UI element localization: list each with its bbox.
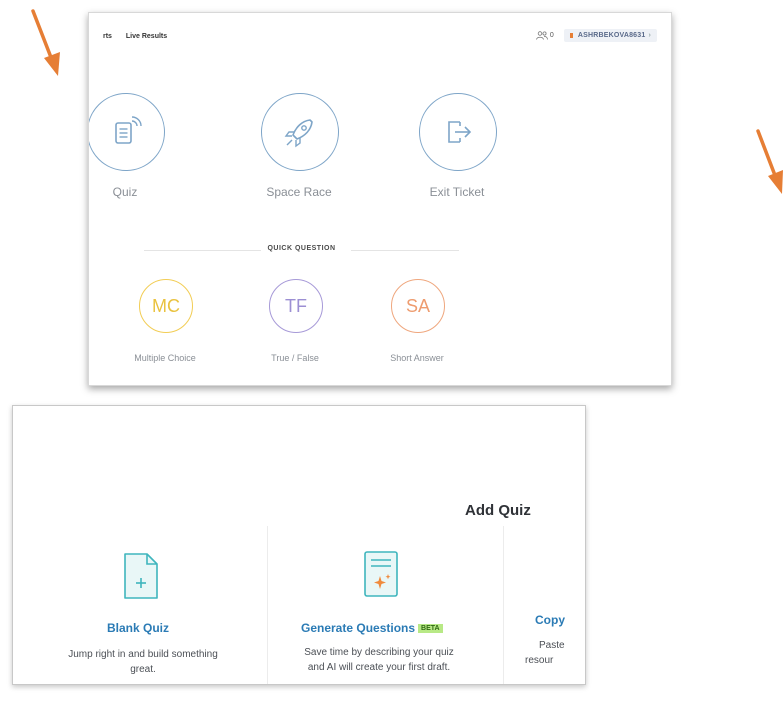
blank-quiz-button[interactable]: Blank Quiz [107,621,169,635]
generate-questions-label: Generate Questions [301,621,416,635]
true-false-label: True / False [271,353,319,363]
card-divider-1 [267,526,268,684]
tab-live-results[interactable]: Live Results [126,33,167,40]
top-nav-right: 0 ASHRBEKOVA8631 › [536,29,657,42]
students-icon [536,31,548,40]
quiz-label: Quiz [112,185,138,199]
annotation-arrow-left [31,9,60,76]
copy-button[interactable]: Copy [535,613,565,627]
username: ASHRBEKOVA8631 [577,32,646,39]
exit-door-icon [448,121,472,143]
true-false-button[interactable]: TF [269,279,323,333]
user-menu[interactable]: ASHRBEKOVA8631 › [563,29,657,42]
beta-badge: BETA [418,624,443,633]
mc-label: MC [152,295,180,316]
status-dot-icon [569,33,573,38]
space-race-launch-button[interactable] [261,93,339,171]
quiz-signal-icon [115,116,142,144]
ai-document-sparkle-icon [364,551,398,597]
tab-reports-partial[interactable]: rts [103,33,112,40]
card-divider-2 [503,526,504,684]
short-answer-button[interactable]: SA [391,279,445,333]
generate-questions-button[interactable]: Generate Questions BETA [301,621,443,635]
quick-question-heading: QUICK QUESTION [89,245,514,252]
blank-document-plus-icon [124,553,158,599]
sa-label: SA [405,295,430,316]
add-quiz-panel: Add Quiz Blank Quiz Jump right in and bu… [12,405,586,685]
annotation-arrow-right [756,129,783,194]
exit-ticket-label: Exit Ticket [429,185,485,199]
add-quiz-title: Add Quiz [465,502,531,519]
exit-ticket-launch-button[interactable] [419,93,497,171]
blank-quiz-description: Jump right in and build something great. [68,649,218,675]
student-count[interactable]: 0 [536,31,554,40]
top-nav-tabs: rts Live Results [103,33,179,40]
multiple-choice-label: Multiple Choice [134,353,196,363]
rocket-icon [284,119,313,148]
short-answer-label: Short Answer [390,353,444,363]
quiz-launch-button[interactable] [89,93,165,171]
multiple-choice-button[interactable]: MC [139,279,193,333]
space-race-label: Space Race [266,185,332,199]
tf-label: TF [285,295,307,316]
chevron-down-icon: › [648,32,651,39]
copy-description: Paste resour [525,640,565,666]
launch-activity-panel: rts Live Results 0 ASHRBEKOVA8631 › Quiz… [88,12,672,386]
student-count-value: 0 [549,32,554,39]
generate-questions-description: Save time by describing your quiz and AI… [304,647,454,673]
